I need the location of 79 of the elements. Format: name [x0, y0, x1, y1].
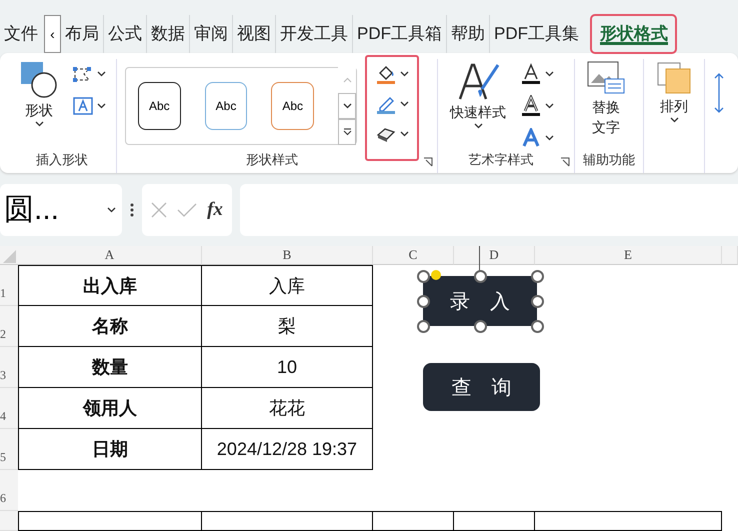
resize-handle[interactable]: [417, 295, 430, 308]
column-header[interactable]: C: [373, 246, 454, 265]
caret-icon: [545, 134, 554, 141]
table-cell: 数量: [18, 347, 202, 388]
row-header[interactable]: 3: [0, 347, 18, 388]
resize-handle[interactable]: [531, 320, 544, 333]
table-cell: 2024/12/28 19:37: [202, 429, 373, 470]
row-header[interactable]: 6: [0, 470, 18, 511]
caret-icon: [400, 130, 409, 137]
insert-function-button[interactable]: fx: [207, 198, 223, 221]
table-cell: 花花: [202, 388, 373, 429]
ribbon-tab[interactable]: 布局: [61, 15, 103, 53]
group-label: 插入形状: [35, 150, 89, 169]
text-box-icon: [72, 96, 94, 116]
arrange-icon: [656, 60, 692, 95]
macro-button-shape[interactable]: 查 询: [423, 363, 540, 411]
table-cell: 领用人: [18, 388, 202, 429]
caret-icon: [97, 70, 106, 77]
caret-icon: [97, 102, 106, 109]
resize-handle[interactable]: [474, 320, 487, 333]
text-outline-icon: [520, 94, 542, 117]
table-cell: 出入库: [18, 265, 202, 306]
arrange-button[interactable]: 排列: [652, 58, 696, 125]
macro-button-shape[interactable]: 录 入: [423, 276, 537, 326]
row-header[interactable]: 2: [0, 306, 18, 347]
caret-icon: [34, 120, 44, 127]
scroll-left-button[interactable]: ‹: [44, 15, 61, 53]
ribbon-tab[interactable]: 文件: [0, 15, 42, 53]
more-icon: [342, 128, 352, 136]
resize-handle[interactable]: [474, 270, 487, 283]
gallery-down-button[interactable]: [338, 92, 356, 119]
caret-icon: [474, 122, 482, 129]
column-header[interactable]: D: [454, 246, 535, 265]
group-label: 辅助功能: [583, 150, 635, 169]
column-header[interactable]: B: [202, 246, 373, 265]
table-cell: 入库: [202, 265, 373, 306]
shapes-icon: [20, 60, 58, 99]
column-header[interactable]: E: [535, 246, 722, 265]
caret-icon: [545, 102, 554, 109]
table-cell: 10: [202, 347, 373, 388]
dialog-launcher-icon[interactable]: [560, 156, 570, 167]
dialog-launcher-icon[interactable]: [423, 156, 433, 167]
caret-icon: [342, 102, 352, 109]
text-effects-icon: [520, 128, 542, 148]
caret-icon: [107, 206, 116, 213]
group-label: 艺术字样式: [468, 150, 534, 169]
edit-points-icon: [72, 64, 94, 83]
row-header[interactable]: 1: [0, 265, 18, 306]
resize-handle[interactable]: [531, 270, 544, 283]
height-arrow-icon: [713, 72, 725, 113]
caret-icon: [400, 100, 409, 107]
column-header[interactable]: A: [18, 246, 202, 265]
quick-styles-button[interactable]: 快速样式: [446, 58, 510, 131]
style-preset[interactable]: Abc: [271, 82, 314, 130]
table-cell: 梨: [202, 306, 373, 347]
alt-text-button[interactable]: 替换文字: [583, 58, 629, 139]
row-header[interactable]: 4: [0, 388, 18, 429]
table-cell: 名称: [18, 306, 202, 347]
caret-icon: [670, 116, 678, 123]
ribbon-tab[interactable]: 形状格式: [591, 15, 676, 53]
name-box[interactable]: 圆...: [0, 184, 122, 236]
group-label: 形状样式: [245, 150, 299, 169]
table-cell: 日期: [18, 429, 202, 470]
more-options-icon[interactable]: [130, 202, 134, 217]
text-fill-icon: [520, 62, 542, 85]
chevron-up-icon: [342, 76, 352, 83]
style-preset[interactable]: Abc: [138, 82, 181, 130]
resize-handle[interactable]: [417, 270, 430, 283]
adjust-handle[interactable]: [431, 270, 441, 280]
caret-icon: [400, 70, 409, 77]
gallery-more-button[interactable]: [338, 118, 356, 145]
style-preset[interactable]: Abc: [204, 82, 248, 130]
resize-handle[interactable]: [531, 295, 544, 308]
row-header[interactable]: 5: [0, 429, 18, 470]
picture-icon: [587, 60, 625, 95]
shape-button[interactable]: 形状: [16, 58, 62, 129]
caret-icon: [545, 70, 554, 77]
check-icon[interactable]: [177, 202, 198, 217]
resize-handle[interactable]: [417, 320, 430, 333]
